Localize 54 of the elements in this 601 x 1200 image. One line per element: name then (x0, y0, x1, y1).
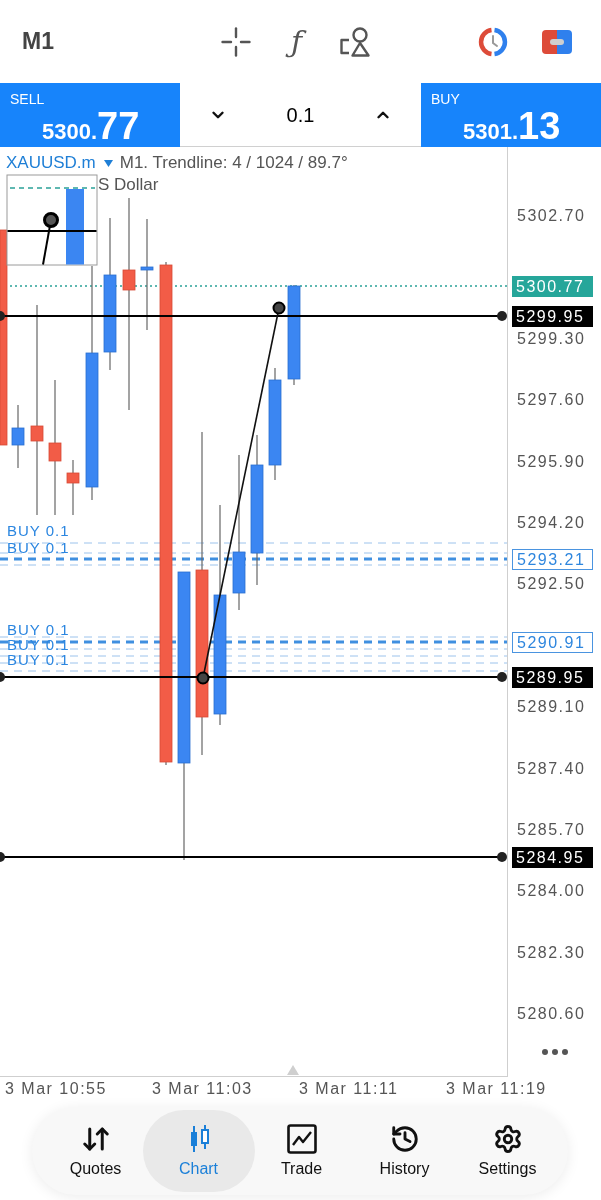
order-label: BUY 0.1 (7, 523, 70, 538)
nav-tab[interactable]: History (353, 1110, 456, 1192)
history-icon (389, 1124, 420, 1154)
price-tick: 5289.10 (517, 697, 586, 718)
time-label: 3 Mar 10:55 (5, 1078, 107, 1099)
horizontal-line[interactable] (0, 672, 507, 682)
order-label: BUY 0.1 (7, 622, 70, 637)
nav-tab[interactable]: Settings (456, 1110, 559, 1192)
crosshair-icon[interactable] (221, 26, 251, 57)
horizontal-line[interactable] (0, 852, 507, 862)
price-tick: 5287.40 (517, 758, 586, 779)
symbol-description: S Dollar (98, 175, 159, 195)
price-label: 5300.77 (512, 276, 593, 297)
buy-button[interactable]: BUY 5301.13 (421, 83, 601, 147)
symbol-selector[interactable]: XAUUSD.m (6, 153, 113, 173)
order-label: BUY 0.1 (7, 540, 70, 555)
function-symbol[interactable]: ƒ (285, 17, 309, 66)
chart-info: M1. Trendline: 4 / 1024 / 89.7° (119, 153, 348, 173)
price-tick: 5299.30 (517, 328, 586, 349)
price-label: 5293.21 (512, 549, 593, 570)
shapes-icon[interactable] (340, 26, 372, 57)
time-label: 3 Mar 11:03 (152, 1078, 253, 1099)
volume-field[interactable]: 0.1 (286, 99, 315, 130)
price-tick: 5282.30 (517, 942, 586, 963)
horizontal-line[interactable] (0, 311, 507, 321)
price-tick: 5294.20 (517, 513, 586, 533)
timeframe-label[interactable]: M1 (22, 24, 54, 59)
price-tick: 5302.70 (517, 206, 586, 226)
price-label: 5290.91 (512, 632, 593, 653)
arrows-icon (80, 1124, 111, 1154)
trendline[interactable] (196, 301, 286, 685)
more-icon[interactable] (542, 1049, 568, 1055)
price-tick: 5285.70 (517, 820, 586, 840)
line-chart-icon (286, 1124, 317, 1154)
candle (66, 459, 80, 516)
order-label: BUY 0.1 (7, 652, 70, 667)
candle (11, 404, 25, 469)
price-tick: 5292.50 (517, 574, 586, 595)
price-label: 5289.95 (512, 667, 593, 688)
time-label: 3 Mar 11:19 (446, 1078, 547, 1099)
settings-icon (492, 1124, 523, 1154)
price-tick: 5284.00 (517, 881, 586, 902)
sell-button[interactable]: SELL 5300.77 (0, 83, 180, 147)
price-label: 5284.95 (512, 847, 593, 868)
price-label: 5299.95 (512, 306, 593, 327)
price-tick: 5295.90 (517, 451, 586, 472)
price-tick: 5297.60 (517, 390, 586, 411)
triangle-marker-icon[interactable] (287, 1065, 299, 1075)
order-label: BUY 0.1 (7, 637, 70, 652)
split-ring-icon[interactable] (478, 26, 509, 57)
price-tick: 5280.60 (517, 1004, 586, 1025)
split-tile-icon[interactable] (542, 29, 573, 54)
time-label: 3 Mar 11:11 (299, 1078, 399, 1099)
caret-icon[interactable] (103, 159, 113, 167)
